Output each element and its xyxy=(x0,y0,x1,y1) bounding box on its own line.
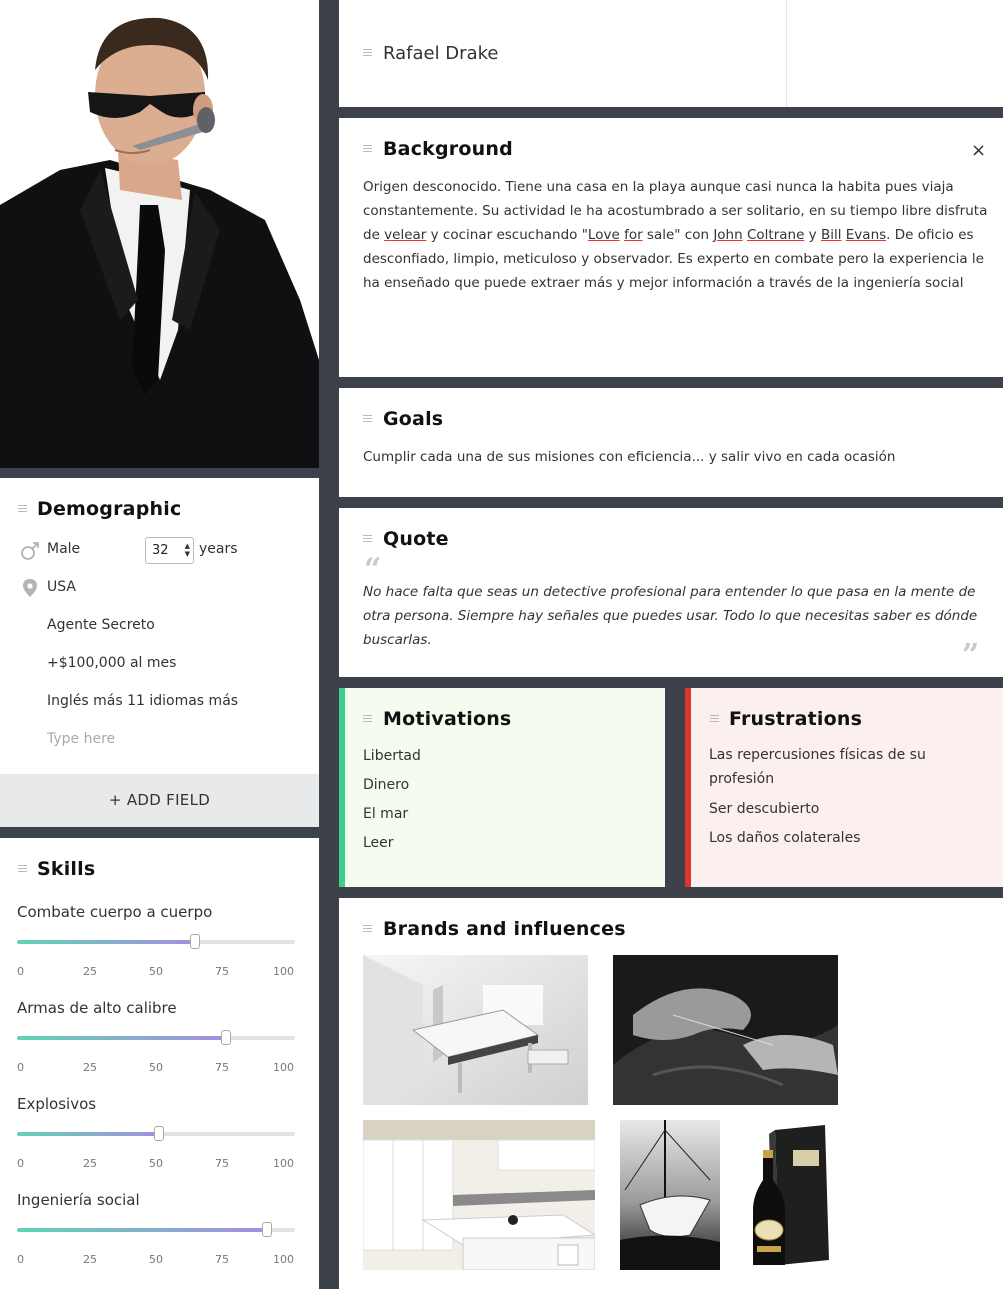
goals-card xyxy=(339,388,1003,497)
skill-name[interactable]: Ingeniería social xyxy=(17,1191,140,1209)
gender-field[interactable]: Male xyxy=(47,541,80,557)
drag-handle-icon[interactable] xyxy=(18,505,27,514)
spellcheck-word: John xyxy=(713,227,743,243)
frustrations-title: Frustrations xyxy=(729,708,863,730)
white-piano-room-image[interactable] xyxy=(363,955,588,1105)
skill-slider[interactable] xyxy=(17,1030,295,1045)
tick-label: 100 xyxy=(273,965,294,978)
tick-label: 50 xyxy=(149,1061,163,1074)
tick-label: 75 xyxy=(215,1253,229,1266)
drag-handle-icon[interactable] xyxy=(363,925,372,934)
brands-title: Brands and influences xyxy=(383,918,626,940)
drag-handle-icon[interactable] xyxy=(363,535,372,544)
skill-slider[interactable] xyxy=(17,1126,295,1141)
occupation-field[interactable]: Agente Secreto xyxy=(47,617,155,633)
frustration-item[interactable]: Los daños colaterales xyxy=(709,830,860,846)
tick-label: 0 xyxy=(17,1061,24,1074)
spellcheck-word: Evans xyxy=(845,227,887,243)
drag-handle-icon[interactable] xyxy=(710,715,719,724)
drag-handle-icon[interactable] xyxy=(18,865,27,874)
motivation-item[interactable]: Leer xyxy=(363,835,394,851)
stepper-arrows-icon[interactable]: ▲ ▼ xyxy=(185,542,190,558)
spellcheck-word: velear xyxy=(384,227,427,243)
add-field-button[interactable]: + ADD FIELD xyxy=(0,774,319,827)
tick-label: 100 xyxy=(273,1157,294,1170)
spellcheck-word: Bill xyxy=(820,227,842,243)
slider-fill xyxy=(17,1036,226,1040)
quote-title: Quote xyxy=(383,528,449,550)
goals-text[interactable]: Cumplir cada una de sus misiones con efi… xyxy=(363,445,993,469)
tick-label: 75 xyxy=(215,1061,229,1074)
tick-label: 0 xyxy=(17,1157,24,1170)
location-field[interactable]: USA xyxy=(47,579,76,595)
age-stepper[interactable]: 32 ▲ ▼ xyxy=(145,537,194,564)
slider-fill xyxy=(17,1132,159,1136)
slider-handle[interactable] xyxy=(189,934,200,949)
male-gender-icon[interactable] xyxy=(20,541,40,565)
tick-label: 50 xyxy=(149,1157,163,1170)
close-icon[interactable]: × xyxy=(971,140,986,161)
goals-title: Goals xyxy=(383,408,444,430)
spellcheck-word: Love xyxy=(587,227,620,243)
sailboat-image[interactable] xyxy=(620,1120,720,1270)
age-unit-label: years xyxy=(199,541,238,557)
drag-handle-icon[interactable] xyxy=(363,49,372,58)
spellcheck-word: for xyxy=(624,227,643,243)
divider xyxy=(786,0,787,107)
tick-label: 100 xyxy=(273,1253,294,1266)
tailor-hands-image[interactable] xyxy=(613,955,838,1105)
drag-handle-icon[interactable] xyxy=(363,715,372,724)
motivation-item[interactable]: El mar xyxy=(363,806,408,822)
location-pin-icon xyxy=(22,578,38,602)
tick-label: 50 xyxy=(149,1253,163,1266)
languages-field[interactable]: Inglés más 11 idiomas más xyxy=(47,693,238,709)
new-field-input[interactable]: Type here xyxy=(47,731,115,747)
champagne-bottle-image[interactable] xyxy=(745,1120,835,1270)
skill-slider[interactable] xyxy=(17,1222,295,1237)
persona-photo[interactable] xyxy=(0,0,319,468)
age-value: 32 xyxy=(152,543,169,558)
tick-label: 0 xyxy=(17,965,24,978)
slider-fill xyxy=(17,940,195,944)
tick-label: 25 xyxy=(83,1253,97,1266)
quote-text[interactable]: No hace falta que seas un detective prof… xyxy=(363,580,993,652)
frustration-item[interactable]: Las repercusiones físicas de su profesió… xyxy=(709,743,949,791)
tick-label: 50 xyxy=(149,965,163,978)
skills-title: Skills xyxy=(37,858,96,880)
white-kitchen-image[interactable] xyxy=(363,1120,595,1270)
tick-label: 25 xyxy=(83,1061,97,1074)
income-field[interactable]: +$100,000 al mes xyxy=(47,655,176,671)
motivations-title: Motivations xyxy=(383,708,512,730)
skill-name[interactable]: Explosivos xyxy=(17,1095,96,1113)
tick-label: 100 xyxy=(273,1061,294,1074)
slider-handle[interactable] xyxy=(220,1030,231,1045)
persona-name-field[interactable]: Rafael Drake xyxy=(383,43,498,64)
tick-label: 25 xyxy=(83,1157,97,1170)
skill-slider[interactable] xyxy=(17,934,295,949)
text-segment: y xyxy=(804,227,821,243)
tick-label: 75 xyxy=(215,1157,229,1170)
drag-handle-icon[interactable] xyxy=(363,145,372,154)
tick-label: 25 xyxy=(83,965,97,978)
skill-name[interactable]: Armas de alto calibre xyxy=(17,999,177,1017)
spellcheck-word: Coltrane xyxy=(746,227,805,243)
close-quote-icon: ” xyxy=(962,638,980,673)
text-segment: y cocinar escuchando " xyxy=(426,227,588,243)
skill-name[interactable]: Combate cuerpo a cuerpo xyxy=(17,903,212,921)
frustration-item[interactable]: Ser descubierto xyxy=(709,801,819,817)
tick-label: 0 xyxy=(17,1253,24,1266)
background-text[interactable]: Origen desconocido. Tiene una casa en la… xyxy=(363,175,993,295)
motivation-item[interactable]: Libertad xyxy=(363,748,421,764)
tick-label: 75 xyxy=(215,965,229,978)
demographic-title: Demographic xyxy=(37,498,182,520)
drag-handle-icon[interactable] xyxy=(363,415,372,424)
slider-handle[interactable] xyxy=(262,1222,273,1237)
background-title: Background xyxy=(383,138,513,160)
slider-handle[interactable] xyxy=(153,1126,164,1141)
text-segment: sale" con xyxy=(642,227,714,243)
motivation-item[interactable]: Dinero xyxy=(363,777,409,793)
slider-fill xyxy=(17,1228,268,1232)
